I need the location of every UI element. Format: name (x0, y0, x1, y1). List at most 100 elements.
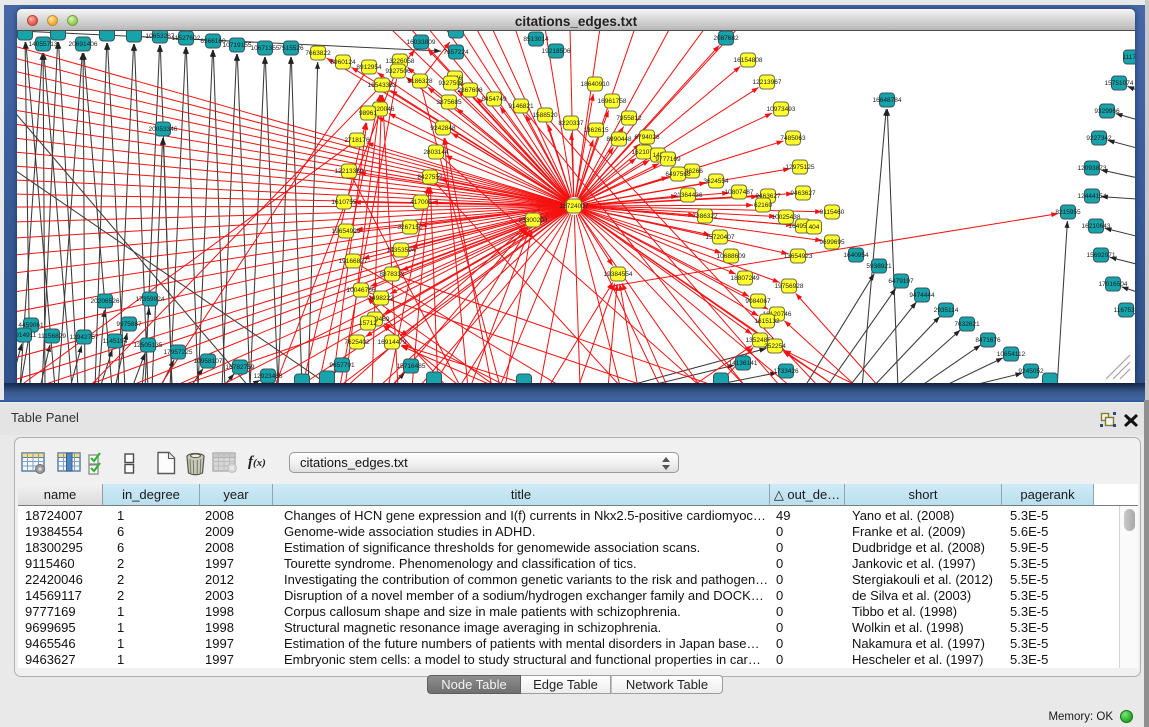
svg-text:10688609: 10688609 (717, 253, 746, 260)
svg-text:8960124: 8960124 (330, 59, 356, 66)
svg-text:7663822: 7663822 (305, 50, 331, 57)
svg-text:8513014: 8513014 (523, 36, 549, 43)
svg-text:2935114: 2935114 (934, 307, 959, 314)
svg-text:17957225: 17957225 (164, 349, 193, 356)
svg-text:21364436: 21364436 (674, 192, 703, 199)
svg-text:20206526: 20206526 (91, 298, 120, 305)
svg-text:3875685: 3875685 (436, 99, 462, 106)
svg-text:7485063: 7485063 (780, 135, 806, 142)
svg-text:9329966: 9329966 (1094, 108, 1120, 115)
svg-text:1167533: 1167533 (1114, 307, 1135, 314)
svg-text:3267150: 3267150 (397, 224, 423, 231)
svg-text:2087682: 2087682 (713, 35, 739, 42)
svg-text:8990448: 8990448 (606, 136, 632, 143)
svg-text:1610755: 1610755 (331, 199, 357, 206)
svg-text:9327506: 9327506 (385, 68, 411, 75)
svg-text:9227342: 9227342 (1086, 135, 1112, 142)
svg-text:8912954: 8912954 (356, 64, 382, 71)
svg-text:9115460: 9115460 (820, 209, 845, 216)
svg-text:10671355: 10671355 (251, 45, 280, 52)
svg-text:9777169: 9777169 (655, 156, 681, 163)
svg-text:7357224: 7357224 (443, 49, 469, 56)
svg-text:62160: 62160 (754, 202, 772, 209)
svg-text:11175: 11175 (1122, 54, 1135, 61)
svg-text:9699695: 9699695 (819, 239, 845, 246)
svg-text:3624554: 3624554 (703, 178, 729, 185)
svg-text:16914479: 16914479 (378, 339, 407, 346)
svg-text:7625402: 7625402 (344, 339, 370, 346)
svg-text:12975125: 12975125 (786, 164, 815, 171)
svg-text:12942757: 12942757 (70, 334, 99, 341)
svg-text:6479197: 6479197 (888, 278, 914, 285)
svg-text:15716485: 15716485 (397, 363, 426, 370)
svg-text:23300203: 23300203 (519, 217, 548, 224)
svg-text:7515526: 7515526 (278, 45, 304, 52)
svg-text:16782759: 16782759 (226, 364, 255, 371)
svg-text:11527602: 11527602 (172, 35, 201, 42)
svg-text:12444154: 12444154 (1078, 193, 1107, 200)
svg-text:19756928: 19756928 (775, 283, 804, 290)
svg-text:6794028: 6794028 (634, 134, 660, 141)
svg-text:10654112: 10654112 (997, 351, 1026, 358)
svg-text:19166827: 19166827 (339, 258, 368, 265)
svg-text:1498222: 1498222 (368, 295, 394, 302)
svg-text:8878332: 8878332 (379, 271, 405, 278)
svg-text:7955812: 7955812 (616, 115, 642, 122)
svg-text:8220337: 8220337 (558, 120, 584, 127)
svg-text:7632621: 7632621 (954, 321, 980, 328)
svg-text:16648784: 16648784 (873, 97, 902, 104)
svg-text:9245052: 9245052 (1018, 368, 1044, 375)
svg-text:12505135: 12505135 (134, 342, 163, 349)
svg-text:10973493: 10973493 (767, 106, 796, 113)
svg-text:2867608: 2867608 (457, 87, 483, 94)
svg-text:20053346: 20053346 (149, 126, 178, 133)
svg-text:10653287: 10653287 (146, 33, 175, 40)
svg-text:9975887: 9975887 (116, 321, 142, 328)
svg-text:18724007: 18724007 (560, 203, 589, 210)
svg-text:8215955: 8215955 (1055, 209, 1081, 216)
svg-text:15751074: 15751074 (1105, 80, 1134, 87)
svg-text:252254: 252254 (764, 343, 786, 350)
svg-text:417006: 417006 (410, 199, 432, 206)
svg-text:12213967: 12213967 (753, 79, 782, 86)
svg-text:1733426: 1733426 (773, 368, 799, 375)
svg-text:2718176: 2718176 (344, 137, 370, 144)
svg-text:14353594: 14353594 (387, 247, 416, 254)
svg-text:9084067: 9084067 (745, 298, 771, 305)
svg-text:9474444: 9474444 (909, 292, 935, 299)
svg-text:8427552: 8427552 (417, 174, 443, 181)
svg-text:5938921: 5938921 (866, 263, 892, 270)
svg-text:15692971: 15692971 (1087, 252, 1116, 259)
svg-text:2803144: 2803144 (423, 149, 449, 156)
svg-text:8454749: 8454749 (481, 96, 507, 103)
svg-text:404: 404 (809, 224, 820, 231)
svg-text:16210643: 16210643 (1082, 223, 1111, 230)
svg-text:19654925: 19654925 (332, 228, 361, 235)
svg-text:8471676: 8471676 (975, 337, 1001, 344)
svg-text:3914911: 3914911 (17, 332, 37, 339)
svg-text:16154808: 16154808 (734, 57, 763, 64)
svg-text:18807249: 18807249 (731, 275, 760, 282)
svg-text:10807487: 10807487 (725, 189, 754, 196)
svg-text:15712: 15712 (359, 320, 377, 327)
svg-text:15720407: 15720407 (706, 234, 735, 241)
svg-text:16543382: 16543382 (368, 82, 397, 89)
svg-text:10719155: 10719155 (223, 42, 252, 49)
svg-text:10046766: 10046766 (347, 287, 376, 294)
svg-text:12093873: 12093873 (1078, 165, 1107, 172)
svg-text:9242848: 9242848 (430, 125, 456, 132)
svg-text:12213369: 12213369 (335, 168, 364, 175)
svg-text:1640954: 1640954 (843, 252, 869, 259)
svg-text:13654923: 13654923 (784, 253, 813, 260)
svg-text:98961: 98961 (359, 110, 377, 117)
svg-text:19384554: 19384554 (604, 271, 633, 278)
svg-text:14136141: 14136141 (729, 360, 758, 367)
svg-text:17016504: 17016504 (1099, 281, 1128, 288)
svg-text:9146821: 9146821 (508, 103, 534, 110)
svg-text:16033809: 16033809 (407, 39, 436, 46)
svg-text:6497568: 6497568 (665, 171, 691, 178)
svg-text:17359924: 17359924 (136, 296, 165, 303)
svg-text:1615132: 1615132 (754, 318, 780, 325)
svg-text:9463627: 9463627 (790, 190, 816, 197)
svg-text:16961758: 16961758 (598, 98, 627, 105)
